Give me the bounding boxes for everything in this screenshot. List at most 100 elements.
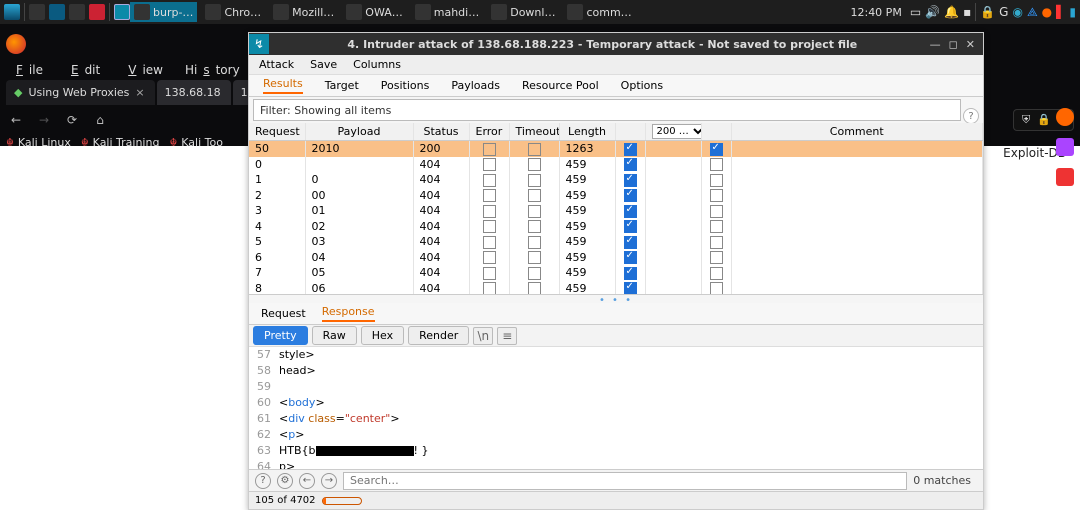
status-filter-select[interactable]: 200 …: [652, 124, 702, 139]
col-comment[interactable]: Comment: [731, 123, 983, 141]
minimize-button[interactable]: —: [930, 38, 941, 51]
results-filter[interactable]: Filter: Showing all items: [253, 99, 961, 121]
task-icon[interactable]: [29, 4, 45, 20]
col-timeout[interactable]: Timeout: [509, 123, 559, 141]
col-status[interactable]: Status: [413, 123, 469, 141]
checkbox[interactable]: [624, 220, 637, 233]
checkbox[interactable]: [483, 220, 496, 233]
task-icon[interactable]: [49, 4, 65, 20]
checkbox[interactable]: [483, 267, 496, 280]
taskbar-app[interactable]: burp-…: [130, 2, 197, 22]
tab-positions[interactable]: Positions: [381, 79, 430, 92]
back-button[interactable]: ←: [6, 110, 26, 130]
taskbar-app[interactable]: Downl…: [487, 2, 559, 22]
menu-columns[interactable]: Columns: [353, 58, 401, 71]
ext-icon[interactable]: [1056, 138, 1074, 156]
firefox-icon[interactable]: ●: [1042, 5, 1052, 19]
checkbox[interactable]: [483, 158, 496, 171]
checkbox[interactable]: [483, 205, 496, 218]
tab-options[interactable]: Options: [621, 79, 663, 92]
taskbar-app[interactable]: comm…: [563, 2, 635, 22]
checkbox[interactable]: [528, 220, 541, 233]
checkbox[interactable]: [710, 267, 723, 280]
view-options-icon[interactable]: ≡: [497, 327, 517, 345]
col-payload[interactable]: Payload: [305, 123, 413, 141]
checkbox[interactable]: [710, 143, 723, 156]
menu-history[interactable]: History: [179, 60, 246, 80]
response-viewer[interactable]: 57585960616263646566 style> head> <body>…: [249, 347, 983, 469]
tab-request[interactable]: Request: [261, 307, 306, 320]
maximize-button[interactable]: ◻: [949, 38, 958, 51]
kali-icon[interactable]: ▮: [1069, 5, 1076, 19]
start-menu-icon[interactable]: [4, 4, 20, 20]
checkbox[interactable]: [483, 143, 496, 156]
checkbox[interactable]: [483, 251, 496, 264]
checkbox[interactable]: [624, 205, 637, 218]
checkbox[interactable]: [624, 158, 637, 171]
checkbox[interactable]: [710, 189, 723, 202]
fmt-render[interactable]: Render: [408, 326, 469, 345]
search-prev-icon[interactable]: ←: [299, 473, 315, 489]
bell-icon[interactable]: 🔔: [944, 5, 959, 19]
search-next-icon[interactable]: →: [321, 473, 337, 489]
table-row[interactable]: 0404459: [249, 157, 983, 173]
browser-tab[interactable]: 138.68.18: [157, 80, 231, 105]
table-row[interactable]: 503404459: [249, 234, 983, 250]
checkbox[interactable]: [528, 251, 541, 264]
checkbox[interactable]: [624, 143, 637, 156]
browser-tab[interactable]: ◆ Using Web Proxies ×: [6, 80, 155, 105]
checkbox[interactable]: [483, 189, 496, 202]
table-row[interactable]: 10404459: [249, 172, 983, 188]
burp-icon[interactable]: ▌: [1056, 5, 1065, 19]
checkbox[interactable]: [624, 267, 637, 280]
checkbox[interactable]: [483, 174, 496, 187]
tab-resourcepool[interactable]: Resource Pool: [522, 79, 599, 92]
checkbox[interactable]: [528, 158, 541, 171]
menu-save[interactable]: Save: [310, 58, 337, 71]
menu-attack[interactable]: Attack: [259, 58, 294, 71]
taskbar-clock[interactable]: 12:40 PM: [846, 4, 905, 21]
taskbar-app[interactable]: OWA…: [342, 2, 406, 22]
checkbox[interactable]: [624, 251, 637, 264]
table-row[interactable]: 5020102001263: [249, 141, 983, 157]
menu-file[interactable]: File: [4, 60, 49, 80]
col-length[interactable]: Length: [559, 123, 615, 141]
menu-view[interactable]: View: [116, 60, 169, 80]
taskbar-app[interactable]: mahdi…: [411, 2, 483, 22]
table-row[interactable]: 604404459: [249, 250, 983, 266]
checkbox[interactable]: [528, 143, 541, 156]
clipboard-icon[interactable]: ▭: [910, 5, 921, 19]
checkbox[interactable]: [528, 267, 541, 280]
checkbox[interactable]: [710, 205, 723, 218]
forward-button[interactable]: →: [34, 110, 54, 130]
checkbox[interactable]: [483, 236, 496, 249]
ext-icon[interactable]: [1056, 168, 1074, 186]
checkbox[interactable]: [624, 282, 637, 295]
col-200-check2[interactable]: [701, 123, 731, 141]
tab-target[interactable]: Target: [325, 79, 359, 92]
reload-button[interactable]: ⟳: [62, 110, 82, 130]
fmt-hex[interactable]: Hex: [361, 326, 404, 345]
home-button[interactable]: ⌂: [90, 110, 110, 130]
col-200-check[interactable]: [615, 123, 645, 141]
table-row[interactable]: 200404459: [249, 188, 983, 204]
col-request[interactable]: Request: [249, 123, 305, 141]
search-input[interactable]: [343, 472, 907, 490]
tab-results[interactable]: Results: [263, 77, 303, 94]
fmt-pretty[interactable]: Pretty: [253, 326, 308, 345]
settings-gear-icon[interactable]: ⚙: [277, 473, 293, 489]
ext-icon[interactable]: [1056, 108, 1074, 126]
vscode-icon[interactable]: ⟁: [1027, 5, 1038, 20]
taskbar-app[interactable]: Mozill…: [269, 2, 338, 22]
col-error[interactable]: Error: [469, 123, 509, 141]
checkbox[interactable]: [483, 282, 496, 295]
checkbox[interactable]: [528, 205, 541, 218]
help-icon[interactable]: ?: [255, 473, 271, 489]
task-icon[interactable]: [89, 4, 105, 20]
checkbox[interactable]: [710, 158, 723, 171]
checkbox[interactable]: [528, 282, 541, 295]
case-icon[interactable]: ▪: [963, 5, 971, 19]
taskbar-app[interactable]: Chro…: [201, 2, 265, 22]
checkbox[interactable]: [528, 189, 541, 202]
lock-icon[interactable]: 🔒: [980, 5, 995, 19]
